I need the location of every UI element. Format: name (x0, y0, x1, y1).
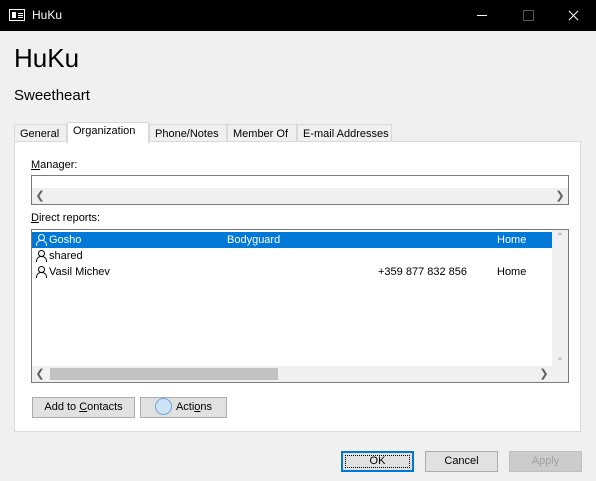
person-icon (35, 266, 47, 278)
maximize-button (505, 0, 551, 31)
scroll-left-icon[interactable]: ❮ (32, 366, 48, 382)
add-to-contacts-button[interactable]: Add to Contacts (32, 397, 135, 418)
report-location: Home (497, 266, 527, 278)
person-icon (35, 234, 47, 246)
list-item[interactable]: Vasil Michev +359 877 832 856 Home (32, 264, 553, 280)
scroll-left-icon[interactable]: ❮ (32, 188, 48, 204)
scroll-up-icon[interactable]: ⌃ (552, 230, 568, 246)
reports-vertical-scrollbar[interactable]: ⌃ ⌄ (552, 230, 568, 366)
cancel-button[interactable]: Cancel (425, 451, 498, 472)
report-name: Gosho (49, 234, 82, 246)
contact-card-icon (9, 9, 25, 21)
ok-button[interactable]: OK (341, 451, 414, 472)
actions-circle-icon (154, 397, 172, 415)
scroll-right-icon[interactable]: ❯ (552, 188, 568, 204)
scroll-down-icon[interactable]: ⌄ (552, 350, 568, 366)
tab-organization[interactable]: Organization (67, 122, 149, 144)
apply-button: Apply (509, 451, 582, 472)
actions-button[interactable]: Actions (140, 397, 227, 418)
direct-reports-list[interactable]: Gosho Bodyguard Home shared Vasil Michev… (31, 229, 569, 383)
minimize-button[interactable] (459, 0, 505, 31)
manager-field[interactable]: ❮ ❯ (31, 175, 569, 205)
list-item[interactable]: shared (32, 248, 553, 264)
manager-horizontal-scrollbar[interactable]: ❮ ❯ (32, 188, 568, 204)
close-button[interactable] (550, 0, 596, 31)
direct-reports-label: Direct reports: (31, 212, 101, 224)
focus-rectangle (345, 455, 410, 468)
reports-horizontal-scrollbar[interactable]: ❮ ❯ (32, 366, 568, 382)
window-title: HuKu (32, 8, 63, 22)
manager-label: Manager: (31, 159, 78, 171)
title-bar: HuKu (0, 0, 596, 31)
report-location: Home (497, 234, 527, 246)
contact-name: HuKu (14, 43, 80, 73)
report-name: shared (49, 250, 83, 262)
scrollbar-thumb[interactable] (50, 368, 278, 380)
report-name: Vasil Michev (49, 266, 110, 278)
contact-subtitle: Sweetheart (14, 87, 90, 104)
report-title: Bodyguard (227, 234, 281, 246)
list-item[interactable]: Gosho Bodyguard Home (32, 232, 553, 248)
scroll-right-icon[interactable]: ❯ (536, 366, 552, 382)
report-phone: +359 877 832 856 (378, 266, 468, 278)
person-icon (35, 250, 47, 262)
